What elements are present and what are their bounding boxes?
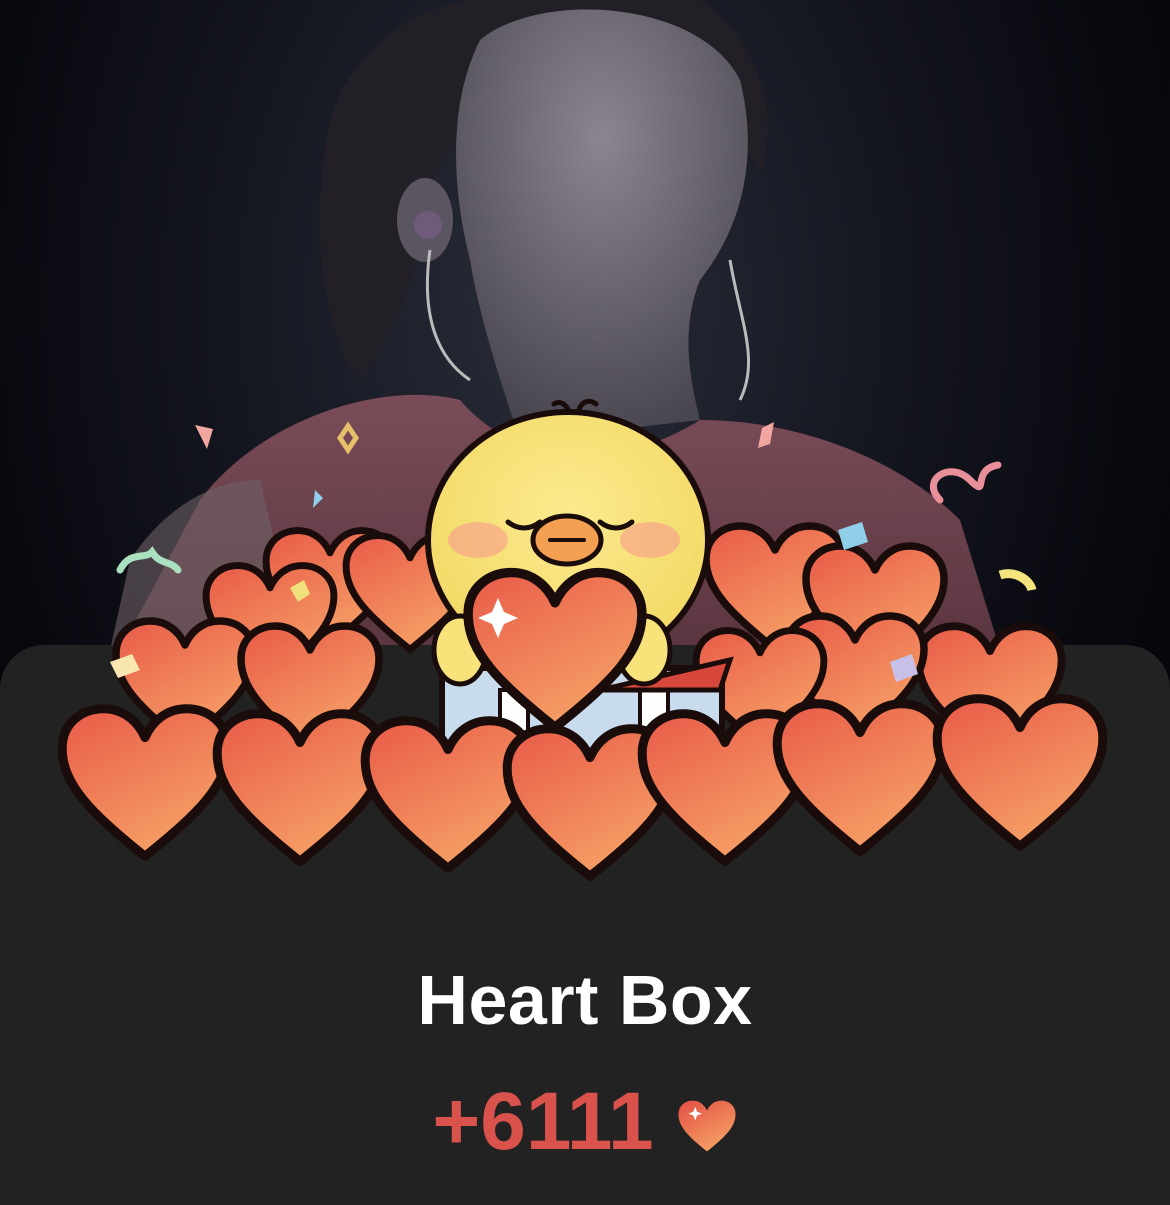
reward-amount: +6111 bbox=[432, 1076, 654, 1167]
reward-row: +6111 bbox=[0, 1075, 1170, 1169]
heart-box-illustration bbox=[40, 390, 1130, 900]
modal-title: Heart Box bbox=[417, 961, 753, 1039]
heart-icon bbox=[676, 1097, 738, 1155]
